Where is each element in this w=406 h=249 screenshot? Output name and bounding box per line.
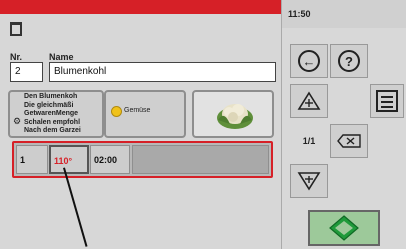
nr-field[interactable]: 2: [10, 62, 43, 82]
category-card[interactable]: Gemüse: [104, 90, 186, 138]
cauliflower-image: [217, 104, 253, 129]
scroll-up-button[interactable]: [290, 84, 328, 118]
name-field[interactable]: Blumenkohl: [49, 62, 276, 82]
program-editor: Nr. Name 2 Blumenkohl ⚙ Den Blumenkoh Di…: [0, 0, 281, 249]
scroll-down-button[interactable]: [290, 164, 328, 198]
step-time[interactable]: 02:00: [90, 145, 130, 174]
description-card[interactable]: ⚙ Den Blumenkoh Die gleichmäßi GetwarenM…: [8, 90, 104, 138]
category-icon: [111, 106, 122, 117]
page-indicator-label: 1/1: [302, 136, 316, 146]
cooking-step-row[interactable]: 1 110° 02:00: [12, 141, 273, 178]
callout-line: [63, 167, 88, 247]
page-indicator: 1/1: [290, 124, 328, 158]
delete-step-button[interactable]: [330, 124, 368, 158]
step-number[interactable]: 1: [16, 145, 48, 174]
start-icon: [329, 215, 359, 241]
triangle-down-icon: [297, 172, 321, 191]
step-temperature[interactable]: 110°: [49, 145, 89, 174]
title-bar: [0, 0, 281, 14]
sidebar: 11:50 ← ? 1/1: [281, 0, 406, 249]
nr-label: Nr.: [10, 52, 23, 62]
arrow-left-icon: ←: [298, 50, 320, 72]
back-button[interactable]: ←: [290, 44, 328, 78]
backspace-icon: [337, 134, 361, 148]
clock-bar: 11:50: [282, 0, 406, 28]
triangle-up-icon: [297, 91, 321, 110]
name-label: Name: [49, 52, 74, 62]
clock: 11:50: [288, 9, 311, 19]
category-label: Gemüse: [124, 107, 151, 114]
start-button[interactable]: [308, 210, 380, 246]
help-icon: ?: [338, 50, 360, 72]
step-extra[interactable]: [132, 145, 269, 174]
dish-image-card[interactable]: [192, 90, 274, 138]
gear-icon: ⚙: [13, 116, 22, 126]
list-button[interactable]: [370, 84, 404, 118]
help-button[interactable]: ?: [330, 44, 368, 78]
document-icon[interactable]: [10, 22, 22, 36]
list-icon: [376, 90, 398, 112]
description-text: Den Blumenkoh Die gleichmäßi GetwarenMen…: [24, 93, 81, 135]
